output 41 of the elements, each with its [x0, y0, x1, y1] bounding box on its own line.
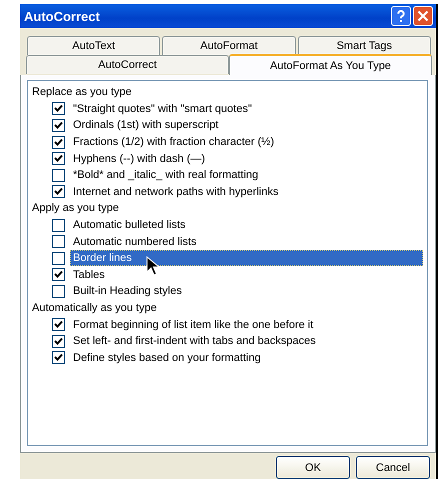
- section-heading: Replace as you type: [32, 85, 133, 100]
- section-heading: Apply as you type: [32, 201, 120, 216]
- checkbox[interactable]: [52, 218, 65, 232]
- option-label[interactable]: "Straight quotes" with "smart quotes": [70, 100, 255, 117]
- option-label[interactable]: Format beginning of list item like the one before it: [70, 316, 316, 333]
- help-icon[interactable]: [391, 6, 411, 26]
- option-label[interactable]: Define styles based on your formatting: [70, 350, 264, 366]
- option-label[interactable]: Internet and network paths with hyperlinks: [70, 184, 282, 200]
- checkbox[interactable]: [52, 284, 65, 298]
- option-label[interactable]: Automatic numbered lists: [70, 234, 200, 250]
- window-title: AutoCorrect: [24, 8, 101, 24]
- checkbox[interactable]: [52, 136, 65, 149]
- option-label[interactable]: Built-in Heading styles: [70, 283, 185, 300]
- tab[interactable]: AutoFormat: [162, 36, 296, 55]
- option-label[interactable]: Fractions (1/2) with fraction character (½): [70, 134, 278, 150]
- checkbox[interactable]: [52, 268, 65, 282]
- tab[interactable]: Smart Tags: [298, 36, 431, 55]
- option-label[interactable]: Hyphens (--) with dash (—): [70, 150, 208, 167]
- tab[interactable]: AutoFormat As You Type: [229, 54, 432, 75]
- checkbox[interactable]: [52, 152, 65, 166]
- close-icon[interactable]: [413, 6, 433, 26]
- checkbox[interactable]: [52, 185, 65, 198]
- option-label[interactable]: Set left- and first-indent with tabs and backspaces: [70, 333, 319, 350]
- dialog-button[interactable]: OK: [276, 456, 350, 479]
- option-label[interactable]: Automatic bulleted lists: [70, 217, 188, 234]
- option-label[interactable]: *Bold* and _italic_ with real formatting: [70, 167, 262, 184]
- tab[interactable]: AutoCorrect: [26, 55, 229, 74]
- tab[interactable]: AutoText: [27, 36, 160, 55]
- option-label[interactable]: Tables: [70, 266, 108, 283]
- checkbox[interactable]: [52, 168, 65, 182]
- checkbox[interactable]: [52, 334, 65, 348]
- checkbox[interactable]: [52, 118, 65, 132]
- checkbox[interactable]: [52, 351, 65, 364]
- section-heading: Automatically as you type: [32, 300, 158, 316]
- checkbox[interactable]: [52, 102, 65, 116]
- checkbox[interactable]: [52, 318, 65, 332]
- checkbox[interactable]: [52, 252, 65, 265]
- checkbox[interactable]: [52, 235, 65, 248]
- cursor-icon: [146, 256, 160, 276]
- option-label[interactable]: Ordinals (1st) with superscript: [70, 117, 222, 134]
- dialog-button[interactable]: Cancel: [356, 456, 430, 479]
